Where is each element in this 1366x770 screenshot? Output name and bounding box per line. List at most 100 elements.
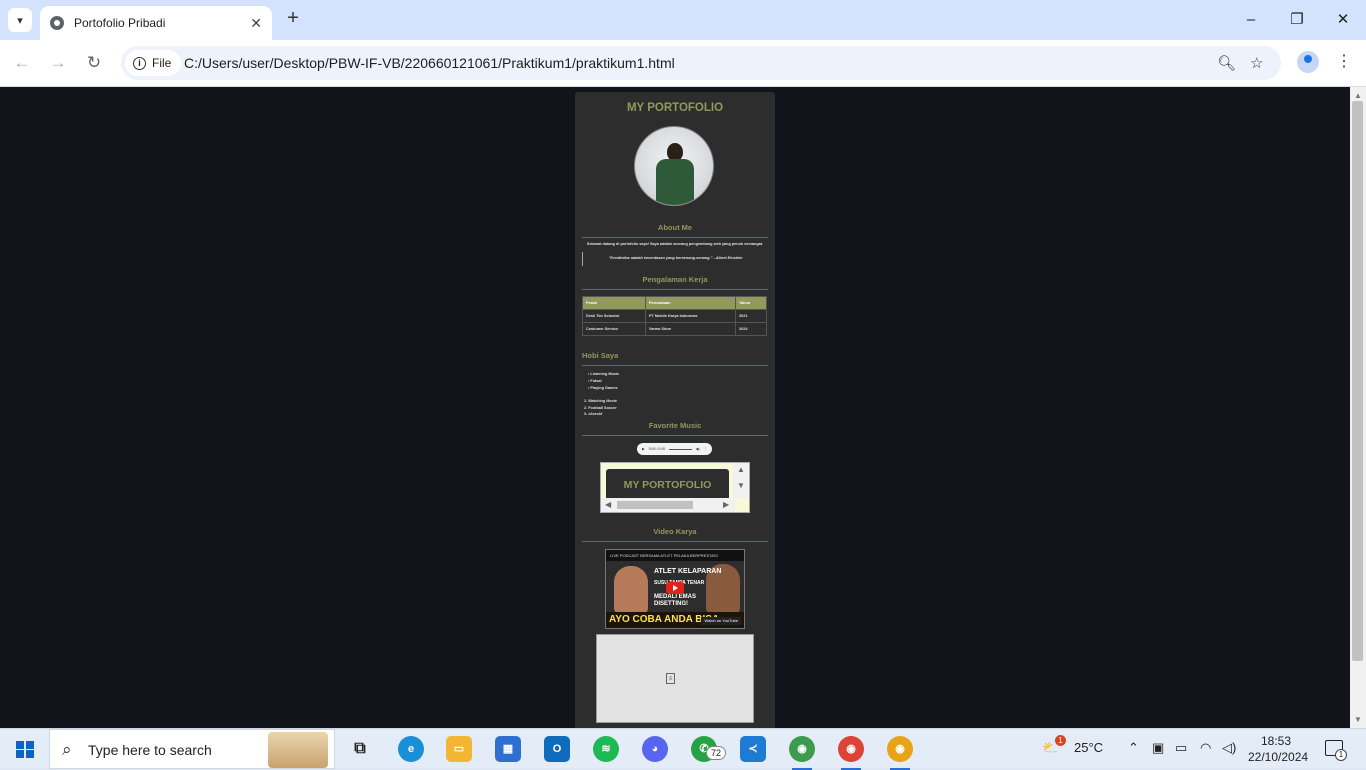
forward-button[interactable]: → xyxy=(48,53,68,73)
scroll-down-icon[interactable]: ▼ xyxy=(1354,715,1362,724)
bookmark-star-icon[interactable]: ☆ xyxy=(1250,54,1263,72)
volume-icon[interactable]: ◁) xyxy=(1222,740,1236,756)
table-cell: Desk Tim Solusiwi xyxy=(582,309,646,323)
audio-progress-bar[interactable] xyxy=(669,448,692,450)
url-text[interactable]: C:/Users/user/Desktop/PBW-IF-VB/22066012… xyxy=(184,55,675,71)
scroll-up-icon[interactable]: ▲ xyxy=(737,465,745,474)
page-viewport: MY PORTOFOLIO About Me Selamat datang di… xyxy=(0,87,1350,728)
table-cell: Varma Store xyxy=(645,322,736,336)
page-scrollbar[interactable]: ▲ ▼ xyxy=(1350,87,1366,728)
back-button[interactable]: ← xyxy=(12,53,32,73)
windows-taskbar: ⌕ Type here to search ⧉ e ▭ ▦ O ≋ ◕ ✆ ≺ … xyxy=(0,728,1366,770)
scroll-up-icon[interactable]: ▲ xyxy=(1354,91,1362,100)
hobby-heading: Hobi Saya xyxy=(582,351,619,360)
battery-icon[interactable]: ▭ xyxy=(1175,740,1187,756)
close-window-button[interactable]: ✕ xyxy=(1328,8,1358,32)
tab-search-button[interactable]: ▾ xyxy=(8,8,32,32)
portfolio-container: MY PORTOFOLIO About Me Selamat datang di… xyxy=(575,92,775,728)
zoom-icon[interactable]: 🔍︎ xyxy=(1217,54,1236,72)
weather-temp[interactable]: 25°C xyxy=(1074,740,1103,755)
iframe-vertical-scrollbar[interactable]: ▲ ▼ xyxy=(733,463,749,498)
table-cell: 2021 xyxy=(735,309,767,323)
profile-avatar-icon[interactable] xyxy=(1297,51,1319,73)
video-caption: ATLET KELAPARAN xyxy=(654,568,722,575)
divider xyxy=(582,541,768,542)
clock-date: 22/10/2024 xyxy=(1248,750,1309,764)
wifi-icon[interactable]: ◠ xyxy=(1200,740,1211,756)
tab-active[interactable]: Portofolio Pribadi ✕ xyxy=(40,6,272,40)
taskbar-search[interactable]: ⌕ Type here to search xyxy=(49,729,335,769)
meet-icon[interactable]: ▣ xyxy=(1152,740,1164,756)
play-icon[interactable]: ▶ xyxy=(642,447,645,451)
restore-button[interactable]: ❐ xyxy=(1282,8,1312,32)
iframe-site-title: MY PORTOFOLIO xyxy=(606,469,729,500)
close-tab-icon[interactable]: ✕ xyxy=(250,15,262,32)
address-bar[interactable]: i File C:/Users/user/Desktop/PBW-IF-VB/2… xyxy=(121,46,1281,80)
browser-toolbar: ← → ↻ i File C:/Users/user/Desktop/PBW-I… xyxy=(0,40,1366,87)
list-item: • Futsal xyxy=(588,379,602,383)
list-item: • Listening Music xyxy=(588,372,620,376)
audio-player[interactable]: ▶ 0:00 / 0:00 ◀) ⋮ xyxy=(637,443,712,455)
video-header: LIVE PODCAST BERSAMA ATLET PELAKA BERPRE… xyxy=(606,550,744,561)
video-caption: MEDALI EMAS xyxy=(654,594,696,600)
chevron-up-icon[interactable]: ⌃ xyxy=(1128,740,1139,756)
list-item: 1. Watching Movie xyxy=(584,399,617,403)
site-info-chip[interactable]: i File xyxy=(125,50,182,76)
list-item: • Playing Games xyxy=(588,386,618,390)
chrome-icon[interactable]: ◉ xyxy=(838,736,864,770)
table-row: Costumer Service Varma Store 2024 xyxy=(582,322,767,336)
table-header: Posisi xyxy=(582,296,646,310)
clock[interactable]: 18:53 22/10/2024 xyxy=(1248,733,1309,765)
vscode-icon[interactable]: ≺ xyxy=(740,736,766,762)
video-heading: Video Karya xyxy=(653,527,697,536)
tab-title: Portofolio Pribadi xyxy=(74,16,166,30)
quote-block: "Kreativitas adalah kecerdasan yang bers… xyxy=(582,252,768,266)
scroll-left-icon[interactable]: ◀ xyxy=(605,500,611,509)
about-heading: About Me xyxy=(657,223,693,232)
site-title: MY PORTOFOLIO xyxy=(626,102,724,114)
about-text: Selamat datang di portofolio saya! Saya … xyxy=(586,242,764,246)
windows-start-icon[interactable] xyxy=(16,741,34,758)
list-item: 3. ciloeckf xyxy=(584,412,603,416)
iframe-horizontal-scrollbar[interactable]: ◀ ▶ xyxy=(601,498,735,512)
divider xyxy=(582,289,768,290)
youtube-embed[interactable]: LIVE PODCAST BERSAMA ATLET PELAKA BERPRE… xyxy=(605,549,745,629)
scroll-down-icon[interactable]: ▼ xyxy=(737,481,745,490)
edge-icon[interactable]: e xyxy=(398,736,424,762)
file-explorer-icon[interactable]: ▭ xyxy=(446,736,472,762)
table-cell: PT Mobile Karya Indonesia xyxy=(645,309,736,323)
embedded-iframe[interactable]: MY PORTOFOLIO ▲ ▼ ◀ ▶ xyxy=(600,462,750,513)
chrome-alt-profile-icon[interactable]: ◉ xyxy=(887,736,913,770)
minimize-button[interactable]: – xyxy=(1236,8,1266,32)
tab-strip: ▾ Portofolio Pribadi ✕ + – ❐ ✕ xyxy=(0,0,1366,40)
embedded-object[interactable]: ≡ xyxy=(596,634,754,723)
scroll-thumb[interactable] xyxy=(617,501,693,509)
table-cell: Costumer Service xyxy=(582,322,646,336)
more-options-icon[interactable]: ⋮ xyxy=(704,447,708,451)
store-icon[interactable]: ▦ xyxy=(495,736,521,762)
task-view-icon[interactable]: ⧉ xyxy=(347,736,373,762)
menu-kebab-icon[interactable]: ⋮ xyxy=(1336,51,1352,71)
table-header: Perusahaan xyxy=(645,296,736,310)
info-icon: i xyxy=(133,56,146,70)
search-placeholder: Type here to search xyxy=(88,742,212,758)
youtube-play-icon[interactable] xyxy=(666,582,684,594)
broken-document-icon: ≡ xyxy=(666,673,675,684)
search-highlight-image[interactable] xyxy=(268,732,328,768)
discord-icon[interactable]: ◕ xyxy=(642,736,668,762)
weather-alert-badge: 1 xyxy=(1055,735,1066,746)
spotify-icon[interactable]: ≋ xyxy=(593,736,619,762)
watch-on-youtube-button[interactable]: Watch on YouTube xyxy=(701,617,741,625)
notification-center-icon[interactable]: 1 xyxy=(1325,740,1347,761)
site-info-label: File xyxy=(152,56,172,70)
chrome-profile-icon[interactable]: ◉ xyxy=(789,736,815,770)
reload-button[interactable]: ↻ xyxy=(84,53,104,73)
outlook-icon[interactable]: O xyxy=(544,736,570,762)
table-cell: 2024 xyxy=(735,322,767,336)
scroll-right-icon[interactable]: ▶ xyxy=(723,500,729,509)
volume-icon[interactable]: ◀) xyxy=(696,447,700,451)
new-tab-button[interactable]: + xyxy=(282,8,304,30)
scroll-thumb[interactable] xyxy=(1352,101,1363,661)
music-heading: Favorite Music xyxy=(648,421,702,430)
globe-icon xyxy=(50,16,64,30)
